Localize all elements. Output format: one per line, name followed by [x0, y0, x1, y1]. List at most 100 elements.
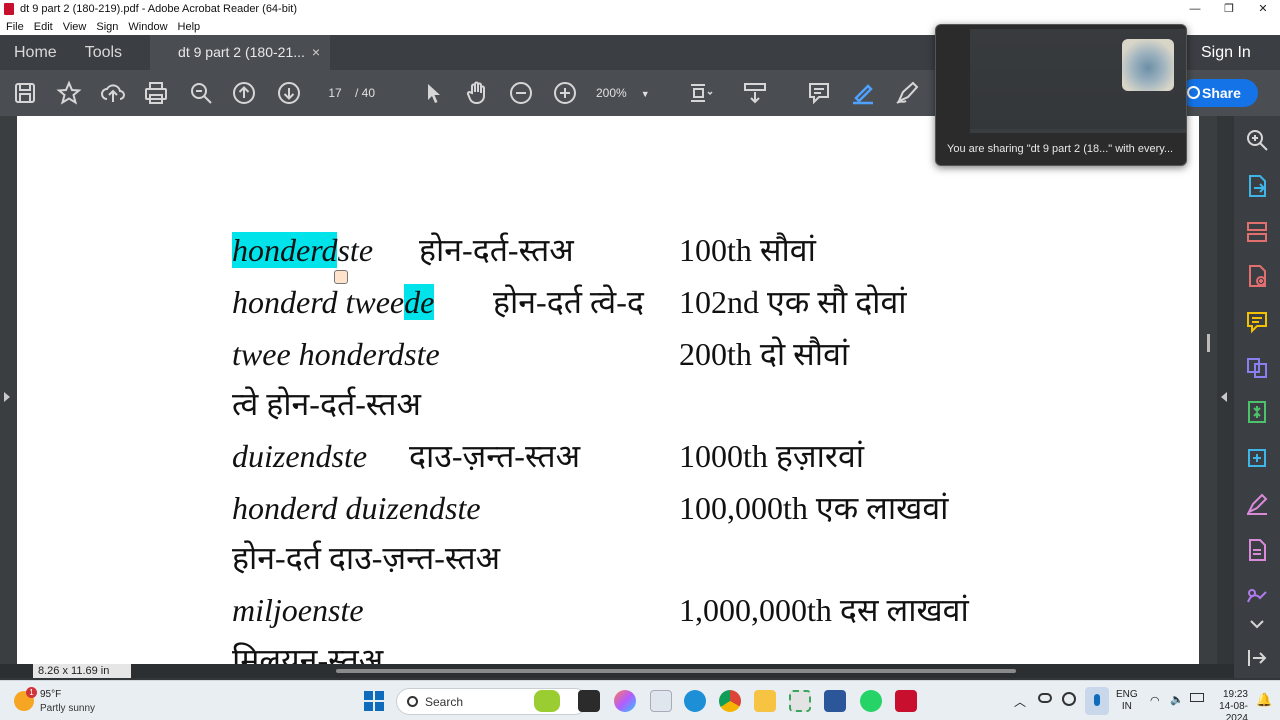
text-cursor: [334, 270, 348, 284]
file-explorer-icon[interactable]: [754, 690, 776, 712]
clock-date: 14-08-2024: [1219, 701, 1248, 720]
weather-temp: 95°F: [40, 689, 62, 700]
tab-tools[interactable]: Tools: [71, 35, 136, 70]
weather-condition: Partly sunny: [40, 703, 96, 714]
page-size-label: 8.26 x 11.69 in: [33, 664, 131, 678]
compress-icon[interactable]: [1245, 400, 1269, 424]
doc-line-8c: 1,000,000th दस लाखवां: [679, 592, 969, 628]
horizontal-scroll-thumb[interactable]: [336, 669, 1016, 673]
sign-icon[interactable]: [894, 80, 920, 106]
doc-line-5c: 1000th हज़ारवां: [679, 438, 865, 474]
collapse-right-icon: [1221, 392, 1227, 402]
combine-files-icon[interactable]: [1245, 356, 1269, 380]
tab-document-label: dt 9 part 2 (180-21...: [178, 44, 305, 60]
organize-pages-icon[interactable]: [1245, 220, 1269, 244]
search-label: Search: [425, 695, 464, 709]
doc-line-5a: duizendste: [232, 438, 368, 474]
menu-window[interactable]: Window: [128, 21, 167, 33]
whatsapp-icon[interactable]: [860, 690, 882, 712]
cloud-icon[interactable]: [1038, 693, 1052, 703]
clock[interactable]: 19:23 14-08-2024: [1212, 689, 1248, 720]
doc-line-1b: होन-दर्त-स्तअ: [419, 232, 574, 268]
tab-home[interactable]: Home: [0, 35, 71, 70]
zoom-dropdown[interactable]: 200% ▼: [596, 83, 666, 104]
export-pdf-icon[interactable]: [1245, 174, 1269, 198]
expand-left-icon: [4, 392, 10, 402]
notification-bell-icon[interactable]: 🔔: [1256, 692, 1272, 708]
clock-time: 19:23: [1222, 689, 1248, 700]
task-view-icon[interactable]: [578, 690, 600, 712]
doc-line-4b: त्वे होन-दर्त-स्तअ: [232, 386, 421, 422]
language-code: ENG: [1116, 689, 1138, 700]
share-label: Share: [1202, 85, 1241, 101]
start-button[interactable]: [364, 691, 384, 711]
tab-document[interactable]: dt 9 part 2 (180-21... ×: [150, 35, 331, 70]
battery-icon[interactable]: [1190, 693, 1204, 702]
copilot-icon[interactable]: [614, 690, 636, 712]
page-up-icon[interactable]: [231, 80, 257, 106]
comment-tool-icon[interactable]: [1245, 310, 1269, 334]
language-indicator[interactable]: ENG IN: [1116, 689, 1138, 713]
minimize-button[interactable]: —: [1178, 0, 1212, 18]
doc-line-9b: मिलयन-स्तअ: [232, 642, 384, 664]
doc-line-2c: 102nd एक सौ दोवां: [679, 284, 907, 320]
page-total: / 40: [355, 86, 376, 100]
widget-app-icon[interactable]: [650, 690, 672, 712]
hand-icon[interactable]: [464, 80, 490, 106]
vertical-scrollbar[interactable]: [1199, 116, 1217, 664]
protect-icon[interactable]: [1245, 584, 1269, 608]
doc-line-3a: twee honderdste: [232, 336, 440, 372]
bing-decoration-icon[interactable]: [534, 690, 560, 712]
sign-in-button[interactable]: Sign In: [1201, 35, 1251, 70]
menu-view[interactable]: View: [63, 21, 87, 33]
edit-pdf-icon[interactable]: [1245, 446, 1269, 470]
horizontal-scrollbar[interactable]: 8.26 x 11.69 in: [0, 664, 1234, 678]
doc-line-5b: दाउ-ज़न्त-स्तअ: [409, 438, 581, 474]
print-icon[interactable]: [143, 80, 169, 106]
maximize-button[interactable]: ❐: [1212, 0, 1246, 18]
menu-help[interactable]: Help: [178, 21, 201, 33]
doc-line-2a: honderd tweede: [232, 284, 435, 320]
scroll-thumb[interactable]: [1207, 334, 1210, 352]
chrome-icon[interactable]: [719, 690, 741, 712]
menu-edit[interactable]: Edit: [34, 21, 53, 33]
share-button[interactable]: Share: [1180, 79, 1258, 107]
volume-icon[interactable]: 🔈: [1170, 693, 1184, 706]
page-down-icon[interactable]: [276, 80, 302, 106]
tab-close-icon[interactable]: ×: [312, 35, 320, 70]
select-cursor-icon[interactable]: [420, 80, 446, 106]
highlight-icon[interactable]: [850, 80, 876, 106]
word-icon[interactable]: [824, 690, 846, 712]
page-fit-icon[interactable]: [688, 80, 714, 106]
sync-icon[interactable]: [1062, 692, 1076, 706]
menu-file[interactable]: File: [6, 21, 24, 33]
right-panel-toggle[interactable]: [1217, 116, 1234, 664]
search-zoom-icon[interactable]: [1245, 128, 1269, 152]
snipping-tool-icon[interactable]: [789, 690, 811, 712]
scan-ocr-icon[interactable]: [1245, 538, 1269, 562]
tray-chevron-icon[interactable]: ︿: [1014, 693, 1026, 710]
wifi-icon[interactable]: ◠: [1150, 694, 1160, 707]
zoom-search-icon[interactable]: [188, 80, 214, 106]
create-pdf-icon[interactable]: [1245, 264, 1269, 288]
scroll-mode-icon[interactable]: [742, 80, 768, 106]
edge-icon[interactable]: [684, 690, 706, 712]
doc-line-7b: होन-दर्त दाउ-ज़न्त-स्तअ: [232, 540, 501, 576]
fill-sign-icon[interactable]: [1245, 492, 1269, 516]
windows-taskbar: 1 95°F Partly sunny Search ︿ ENG IN ◠ 🔈 …: [0, 680, 1280, 720]
menu-sign[interactable]: Sign: [96, 21, 118, 33]
zoom-in-icon[interactable]: [552, 80, 578, 106]
comment-icon[interactable]: [806, 80, 832, 106]
star-icon[interactable]: [56, 80, 82, 106]
title-bar: dt 9 part 2 (180-219).pdf - Adobe Acroba…: [0, 0, 1280, 18]
collapse-panel-icon[interactable]: [1245, 646, 1269, 670]
upload-icon[interactable]: [100, 80, 126, 106]
save-icon[interactable]: [12, 80, 38, 106]
zoom-out-icon[interactable]: [508, 80, 534, 106]
page-number-input[interactable]: 17: [320, 83, 350, 103]
close-window-button[interactable]: ✕: [1246, 0, 1280, 18]
microphone-icon[interactable]: [1085, 687, 1109, 715]
chevron-down-icon[interactable]: [1245, 612, 1269, 636]
acrobat-taskbar-icon[interactable]: [895, 690, 917, 712]
left-panel-toggle[interactable]: [0, 116, 17, 664]
